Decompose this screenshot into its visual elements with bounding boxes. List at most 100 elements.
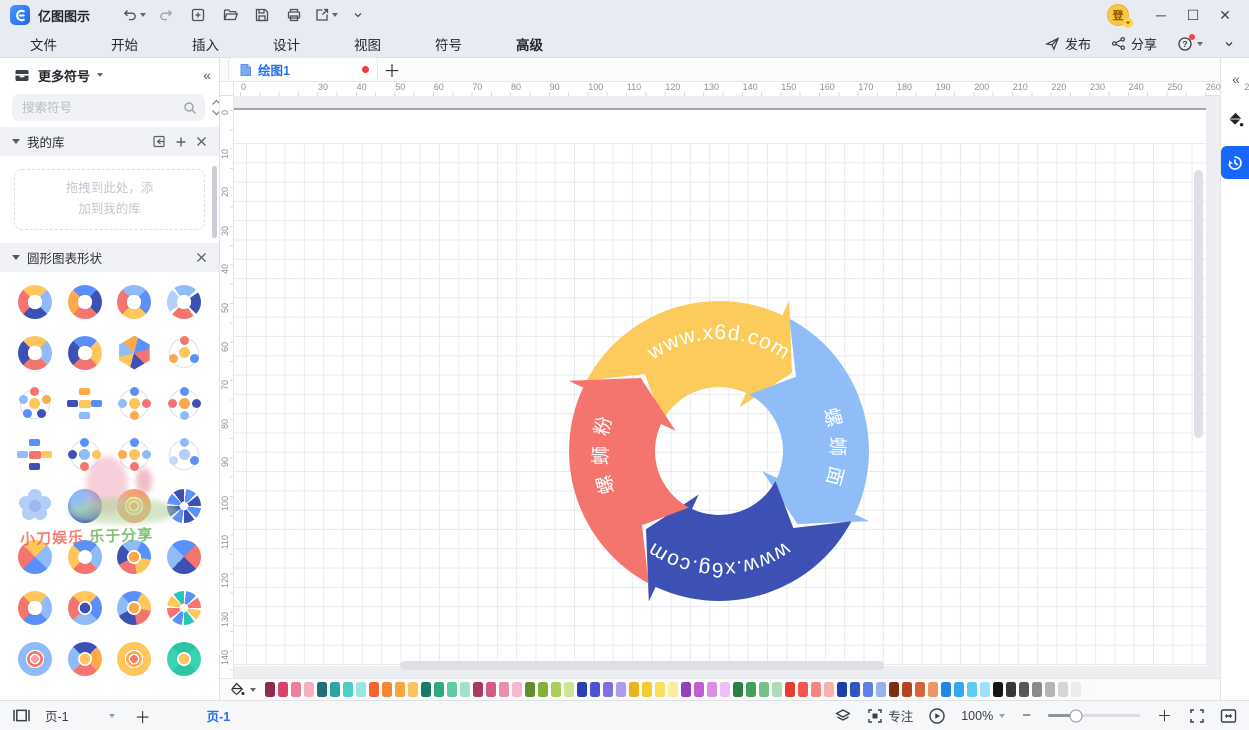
color-swatch-34[interactable] (707, 682, 717, 697)
undo-dropdown-caret[interactable] (140, 13, 146, 17)
active-page-tab[interactable]: 页-1 (207, 706, 231, 725)
user-avatar[interactable]: 登 (1107, 4, 1129, 26)
zoom-in-button[interactable]: ＋ (1155, 705, 1174, 726)
symbol-thumbnail-9[interactable] (60, 386, 110, 422)
color-swatch-0[interactable] (265, 682, 275, 697)
color-swatch-6[interactable] (343, 682, 353, 697)
symbol-thumbnail-25[interactable] (60, 590, 110, 626)
color-swatch-58[interactable] (1019, 682, 1029, 697)
color-swatch-18[interactable] (499, 682, 509, 697)
symbol-thumbnail-31[interactable] (159, 641, 209, 677)
color-swatch-38[interactable] (759, 682, 769, 697)
color-swatch-11[interactable] (408, 682, 418, 697)
close-section-icon[interactable] (196, 252, 207, 263)
symbol-thumbnail-12[interactable] (10, 437, 60, 473)
section-collapse-triangle[interactable] (12, 255, 20, 260)
horizontal-scrollbar[interactable] (400, 661, 884, 670)
zoom-slider[interactable] (1048, 714, 1140, 717)
symbol-thumbnail-17[interactable] (60, 488, 110, 524)
color-swatch-8[interactable] (369, 682, 379, 697)
zoom-level-dropdown[interactable]: 100% (961, 709, 1005, 723)
scroll-up-icon[interactable] (211, 99, 220, 106)
symbol-thumbnail-20[interactable] (10, 539, 60, 575)
menu-item-4[interactable]: 视图 (350, 32, 385, 56)
symbol-thumbnail-8[interactable] (10, 386, 60, 422)
symbol-thumbnail-13[interactable] (60, 437, 110, 473)
history-panel-button[interactable] (1221, 146, 1249, 179)
color-swatch-61[interactable] (1058, 682, 1068, 697)
help-button[interactable]: ? (1177, 36, 1203, 52)
symbol-thumbnail-0[interactable] (10, 284, 60, 320)
publish-button[interactable]: 发布 (1045, 34, 1091, 53)
symbol-thumbnail-2[interactable] (110, 284, 160, 320)
maximize-button[interactable]: ☐ (1177, 2, 1209, 28)
symbol-search-box[interactable] (12, 94, 205, 121)
page-selector-dropdown[interactable]: 页-1 (45, 706, 115, 725)
color-swatch-40[interactable] (785, 682, 795, 697)
import-library-icon[interactable] (152, 135, 166, 148)
document-tab[interactable]: 绘图1 (228, 57, 378, 81)
symbol-thumbnail-30[interactable] (110, 641, 160, 677)
color-swatch-25[interactable] (590, 682, 600, 697)
color-swatch-49[interactable] (902, 682, 912, 697)
print-button[interactable] (281, 4, 307, 26)
zoom-out-button[interactable]: − (1020, 707, 1033, 724)
section-circle-chart-shapes[interactable]: 圆形图表形状 (0, 243, 219, 272)
search-icon[interactable] (183, 101, 197, 115)
drawing-page[interactable]: www.x6d.com 螺蛳面 www.x6g.com 螺蛳粉 (234, 108, 1206, 666)
export-dropdown-caret[interactable] (332, 13, 338, 17)
color-swatch-32[interactable] (681, 682, 691, 697)
color-swatch-23[interactable] (564, 682, 574, 697)
symbol-thumbnail-19[interactable] (159, 488, 209, 524)
color-swatch-36[interactable] (733, 682, 743, 697)
symbol-thumbnail-15[interactable] (159, 437, 209, 473)
library-dropzone[interactable]: 拖拽到此处，添 加到我的库 (14, 169, 205, 230)
fit-width-button[interactable] (1220, 708, 1237, 724)
symbol-thumbnail-23[interactable] (159, 539, 209, 575)
menu-item-5[interactable]: 符号 (431, 32, 466, 56)
color-swatch-35[interactable] (720, 682, 730, 697)
color-swatch-1[interactable] (278, 682, 288, 697)
color-swatch-41[interactable] (798, 682, 808, 697)
fullscreen-button[interactable] (1189, 708, 1205, 724)
layers-button[interactable] (834, 708, 852, 724)
symbol-thumbnail-26[interactable] (110, 590, 160, 626)
color-swatch-12[interactable] (421, 682, 431, 697)
focus-mode-button[interactable]: 专注 (867, 706, 913, 725)
sidebar-collapse-button[interactable]: « (203, 67, 209, 83)
symbol-thumbnail-27[interactable] (159, 590, 209, 626)
symbol-thumbnail-11[interactable] (159, 386, 209, 422)
menu-item-2[interactable]: 插入 (188, 32, 223, 56)
color-swatch-56[interactable] (993, 682, 1003, 697)
color-swatch-37[interactable] (746, 682, 756, 697)
pages-panel-toggle[interactable] (12, 708, 31, 723)
color-swatch-44[interactable] (837, 682, 847, 697)
canvas-area[interactable]: 0102030405060708090100110120130140 (220, 96, 1220, 678)
zoom-slider-thumb[interactable] (1069, 709, 1082, 722)
circular-cycle-diagram[interactable]: www.x6d.com 螺蛳面 www.x6g.com 螺蛳粉 (549, 281, 889, 621)
redo-button[interactable] (153, 4, 179, 26)
color-swatch-57[interactable] (1006, 682, 1016, 697)
color-swatch-63[interactable] (1084, 682, 1094, 697)
sidebar-scrollbar[interactable] (212, 166, 217, 238)
export-button[interactable] (313, 4, 339, 26)
more-symbols-dropdown[interactable]: 更多符号 (38, 66, 103, 85)
color-swatch-45[interactable] (850, 682, 860, 697)
undo-button[interactable] (121, 4, 147, 26)
symbol-thumbnail-3[interactable] (159, 284, 209, 320)
share-button[interactable]: 分享 (1111, 34, 1157, 53)
color-swatch-13[interactable] (434, 682, 444, 697)
color-swatch-59[interactable] (1032, 682, 1042, 697)
color-swatch-55[interactable] (980, 682, 990, 697)
new-document-button[interactable] (185, 4, 211, 26)
menu-item-6[interactable]: 高级 (512, 32, 547, 56)
ribbon-collapse-icon[interactable] (345, 4, 371, 26)
color-swatch-52[interactable] (941, 682, 951, 697)
close-button[interactable]: ✕ (1209, 2, 1241, 28)
color-swatch-21[interactable] (538, 682, 548, 697)
color-swatch-24[interactable] (577, 682, 587, 697)
add-library-icon[interactable] (175, 136, 187, 148)
color-swatch-47[interactable] (876, 682, 886, 697)
format-fill-tool[interactable] (1222, 106, 1248, 132)
color-swatch-53[interactable] (954, 682, 964, 697)
